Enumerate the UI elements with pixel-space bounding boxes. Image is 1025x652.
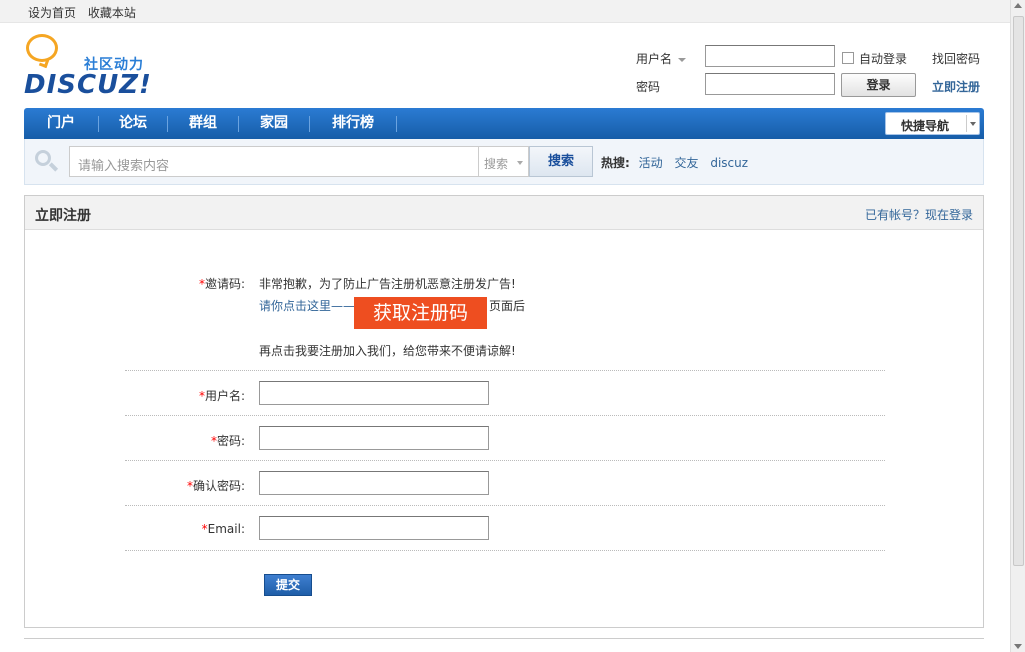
auto-login-label: 自动登录 — [859, 52, 908, 66]
password-row: *密码: — [125, 426, 885, 452]
footer-divider — [24, 638, 984, 639]
search-placeholder: 请输入搜索内容 — [78, 159, 170, 174]
username-input[interactable] — [259, 381, 489, 405]
search-button[interactable]: 搜索 — [529, 146, 593, 177]
username-label[interactable]: 用户名 — [636, 50, 687, 67]
submit-button[interactable]: 提交 — [264, 574, 312, 596]
logo-text: DISCUZ! — [24, 70, 152, 100]
bookmark-link[interactable]: 收藏本站 — [88, 6, 136, 20]
register-panel: 立即注册 已有帐号？现在登录 *邀请码: 非常抱歉，为了防止广告注册机恶意注册发… — [24, 195, 984, 628]
search-type-label: 搜索 — [484, 157, 509, 171]
confirm-password-row: *确认密码: — [125, 471, 885, 497]
scroll-down-arrow-icon[interactable] — [1014, 644, 1022, 649]
hot-term-friends[interactable]: 交友 — [674, 156, 698, 170]
speech-bubble-tail — [38, 57, 50, 69]
after-text: 页面后 — [489, 299, 526, 313]
top-bar: 设为首页 收藏本站 — [0, 0, 1010, 23]
email-input[interactable] — [259, 516, 489, 540]
confirm-password-input[interactable] — [259, 471, 489, 495]
top-links: 设为首页 收藏本站 — [28, 4, 144, 21]
hot-term-discuz[interactable]: discuz — [710, 156, 748, 170]
search-input[interactable]: 请输入搜索内容 — [69, 146, 479, 177]
nav-item-ranking[interactable]: 排行榜 — [310, 108, 396, 139]
login-panel: 用户名 自动登录 找回密码 密码 登录 立即注册 — [636, 44, 986, 100]
search-bar: 请输入搜索内容 搜索 搜索 热搜: 活动 交友 discuz — [24, 139, 984, 185]
site-logo[interactable]: 社区动力 DISCUZ! — [24, 34, 164, 100]
click-here-link[interactable]: 请你点击这里—— — [259, 297, 355, 314]
invite-code-label: *邀请码: — [198, 277, 245, 291]
divider — [125, 460, 885, 461]
get-code-button[interactable]: 获取注册码 — [354, 297, 487, 329]
username-field-label: *用户名: — [198, 389, 245, 403]
register-now-link[interactable]: 立即注册 — [932, 78, 980, 95]
username-row: *用户名: — [125, 381, 885, 407]
email-row: *Email: — [125, 516, 885, 542]
hot-searches: 热搜: 活动 交友 discuz — [601, 154, 756, 171]
invite-apology: 再点击我要注册加入我们，给您带来不便请谅解! — [259, 344, 516, 358]
divider — [125, 370, 885, 371]
chevron-down-icon — [517, 161, 523, 165]
nav-item-portal[interactable]: 门户 — [24, 108, 98, 139]
login-username-input[interactable] — [705, 45, 835, 67]
quick-nav-divider — [966, 115, 967, 132]
divider — [125, 415, 885, 416]
divider — [125, 505, 885, 506]
login-now-link[interactable]: 已有帐号？现在登录 — [865, 206, 973, 223]
quick-nav-label: 快捷导航 — [901, 119, 950, 133]
invite-notice: 非常抱歉，为了防止广告注册机恶意注册发广告! — [259, 277, 516, 291]
set-home-link[interactable]: 设为首页 — [28, 6, 76, 20]
register-title: 立即注册 — [35, 208, 91, 224]
find-password-link[interactable]: 找回密码 — [932, 50, 980, 67]
email-field-label: *Email: — [201, 522, 245, 536]
hot-term-activity[interactable]: 活动 — [639, 156, 663, 170]
scroll-up-arrow-icon[interactable] — [1014, 3, 1022, 8]
password-field-label: *密码: — [210, 434, 245, 448]
register-header: 立即注册 已有帐号？现在登录 — [25, 196, 983, 230]
nav-item-forum[interactable]: 论坛 — [99, 108, 167, 139]
quick-nav-button[interactable]: 快捷导航 — [885, 112, 980, 135]
chevron-down-icon — [678, 57, 687, 62]
login-button[interactable]: 登录 — [841, 73, 916, 97]
auto-login-checkbox[interactable] — [842, 52, 854, 64]
invite-code-row: *邀请码: 非常抱歉，为了防止广告注册机恶意注册发广告! 请你点击这里—— 获取… — [125, 275, 885, 365]
nav-item-group[interactable]: 群组 — [168, 108, 238, 139]
main-nav: 门户 论坛 群组 家园 排行榜 快捷导航 — [24, 108, 984, 139]
nav-divider — [396, 116, 397, 132]
password-label: 密码 — [636, 80, 661, 94]
chevron-down-icon — [970, 122, 976, 126]
nav-item-home[interactable]: 家园 — [239, 108, 309, 139]
password-input[interactable] — [259, 426, 489, 450]
confirm-password-field-label: *确认密码: — [186, 479, 245, 493]
divider — [125, 550, 885, 551]
vertical-scrollbar[interactable] — [1010, 0, 1025, 652]
search-icon — [35, 150, 59, 172]
search-type-select[interactable]: 搜索 — [479, 146, 529, 177]
scrollbar-thumb[interactable] — [1013, 16, 1024, 566]
login-password-input[interactable] — [705, 73, 835, 95]
hot-label: 热搜: — [601, 156, 630, 170]
